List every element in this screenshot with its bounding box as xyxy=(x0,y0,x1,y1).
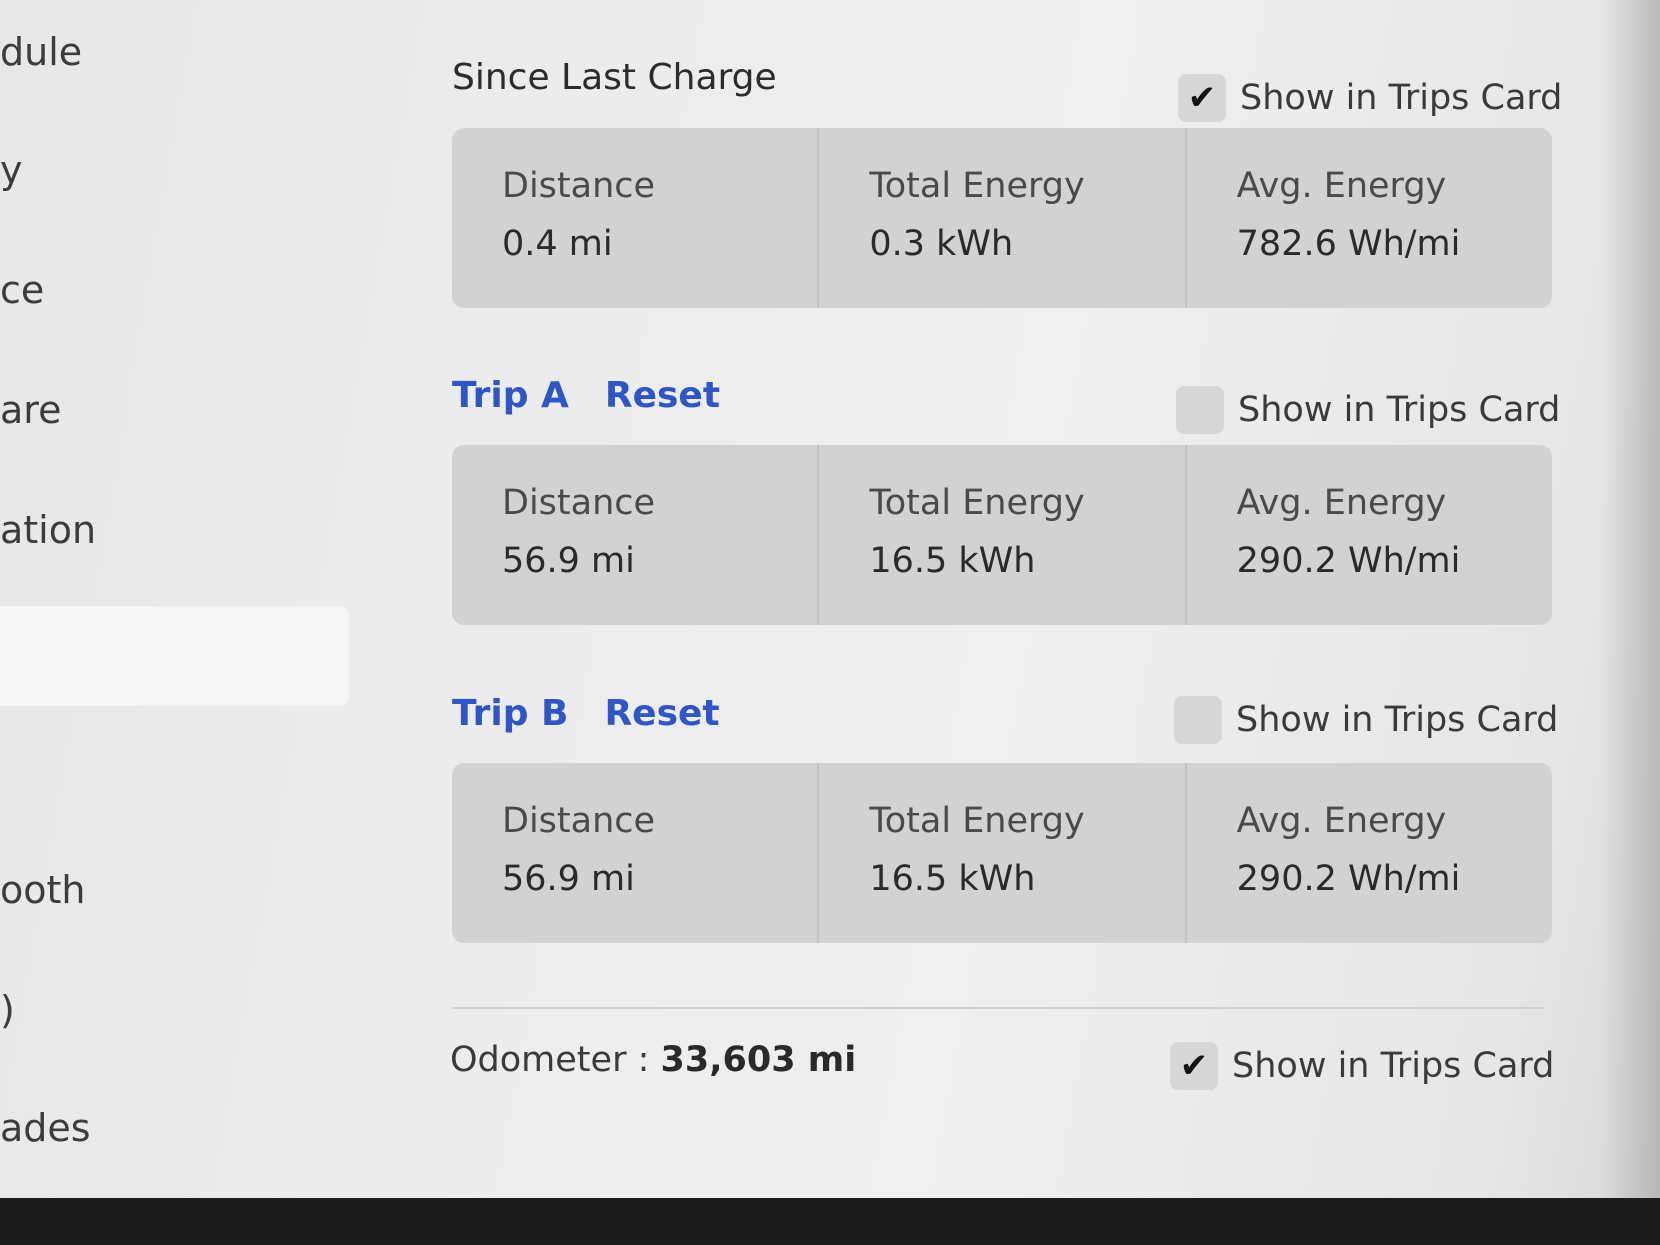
distance-label: Distance xyxy=(502,801,656,841)
sidebar-item-service[interactable]: ce xyxy=(0,268,44,312)
checkbox-checked[interactable]: ✔ xyxy=(1170,1042,1218,1090)
total-energy-value: 16.5 kWh xyxy=(869,541,1036,581)
checkbox-unchecked[interactable] xyxy=(1174,696,1222,744)
checkbox-checked[interactable]: ✔ xyxy=(1178,74,1226,122)
checkmark-icon: ✔ xyxy=(1187,78,1217,118)
trip-a-header: Trip A Reset xyxy=(452,370,720,420)
total-energy-value: 16.5 kWh xyxy=(869,859,1036,899)
trip-a-stats: Distance 56.9 mi Total Energy 16.5 kWh A… xyxy=(452,445,1552,625)
total-energy-stat: Total Energy 0.3 kWh xyxy=(819,128,1187,308)
avg-energy-value: 782.6 Wh/mi xyxy=(1236,224,1461,264)
screen-edge-shade xyxy=(1600,0,1660,1198)
avg-energy-stat: Avg. Energy 782.6 Wh/mi xyxy=(1187,128,1552,308)
avg-energy-label: Avg. Energy xyxy=(1236,801,1447,841)
avg-energy-stat: Avg. Energy 290.2 Wh/mi xyxy=(1187,445,1552,625)
distance-stat: Distance 56.9 mi xyxy=(452,445,820,625)
total-energy-label: Total Energy xyxy=(869,166,1085,206)
sidebar-item-safety[interactable]: y xyxy=(0,148,23,192)
avg-energy-label: Avg. Energy xyxy=(1236,483,1447,523)
sidebar-item-schedule[interactable]: dule xyxy=(0,30,82,74)
sidebar-item-trips-selected[interactable] xyxy=(0,606,349,706)
odometer-label: Odometer : xyxy=(450,1040,650,1080)
show-in-trips-label: Show in Trips Card xyxy=(1240,78,1563,118)
distance-value: 56.9 mi xyxy=(502,859,635,899)
show-in-trips-label: Show in Trips Card xyxy=(1238,390,1561,430)
since-last-charge-show-toggle[interactable]: ✔ Show in Trips Card xyxy=(1178,74,1562,122)
total-energy-stat: Total Energy 16.5 kWh xyxy=(819,763,1187,943)
total-energy-label: Total Energy xyxy=(869,483,1085,523)
show-in-trips-label: Show in Trips Card xyxy=(1236,700,1559,740)
sidebar-item-software[interactable]: are xyxy=(0,388,61,432)
since-last-charge-header: Since Last Charge xyxy=(452,52,777,102)
show-in-trips-label: Show in Trips Card xyxy=(1232,1046,1555,1086)
sidebar-item-navigation[interactable]: ation xyxy=(0,508,96,552)
distance-label: Distance xyxy=(502,483,656,523)
distance-value: 0.4 mi xyxy=(502,224,613,264)
avg-energy-value: 290.2 Wh/mi xyxy=(1236,859,1461,899)
distance-stat: Distance 0.4 mi xyxy=(452,128,820,308)
trip-b-show-toggle[interactable]: Show in Trips Card xyxy=(1174,696,1558,744)
sidebar-item-bluetooth[interactable]: ooth xyxy=(0,868,85,912)
bottom-bezel xyxy=(0,1198,1660,1245)
trip-a-reset-button[interactable]: Reset xyxy=(605,375,720,416)
avg-energy-stat: Avg. Energy 290.2 Wh/mi xyxy=(1187,763,1552,943)
distance-stat: Distance 56.9 mi xyxy=(452,763,820,943)
trip-b-header: Trip B Reset xyxy=(452,688,720,738)
total-energy-stat: Total Energy 16.5 kWh xyxy=(819,445,1187,625)
checkbox-unchecked[interactable] xyxy=(1176,386,1224,434)
odometer-show-toggle[interactable]: ✔ Show in Trips Card xyxy=(1170,1042,1554,1090)
odometer: Odometer : 33,603 mi xyxy=(450,1040,856,1080)
trip-b-title: Trip B xyxy=(452,692,569,734)
total-energy-label: Total Energy xyxy=(869,801,1085,841)
odometer-value: 33,603 mi xyxy=(660,1040,857,1080)
total-energy-value: 0.3 kWh xyxy=(869,224,1014,264)
distance-value: 56.9 mi xyxy=(502,541,635,581)
sidebar-item-upgrades[interactable]: ades xyxy=(0,1106,91,1150)
trip-b-stats: Distance 56.9 mi Total Energy 16.5 kWh A… xyxy=(452,763,1552,943)
trip-b-reset-button[interactable]: Reset xyxy=(604,693,719,734)
avg-energy-value: 290.2 Wh/mi xyxy=(1236,541,1461,581)
avg-energy-label: Avg. Energy xyxy=(1236,166,1447,206)
trip-a-show-toggle[interactable]: Show in Trips Card xyxy=(1176,386,1560,434)
since-last-charge-stats: Distance 0.4 mi Total Energy 0.3 kWh Avg… xyxy=(452,128,1552,308)
since-last-charge-title: Since Last Charge xyxy=(452,56,777,98)
distance-label: Distance xyxy=(502,166,656,206)
trip-a-title: Trip A xyxy=(452,374,569,416)
checkmark-icon: ✔ xyxy=(1179,1046,1209,1086)
divider xyxy=(452,1007,1544,1009)
sidebar-item-partial[interactable]: ) xyxy=(0,988,15,1032)
settings-sidebar: dule y ce are ation ooth ) ades xyxy=(0,0,360,1198)
